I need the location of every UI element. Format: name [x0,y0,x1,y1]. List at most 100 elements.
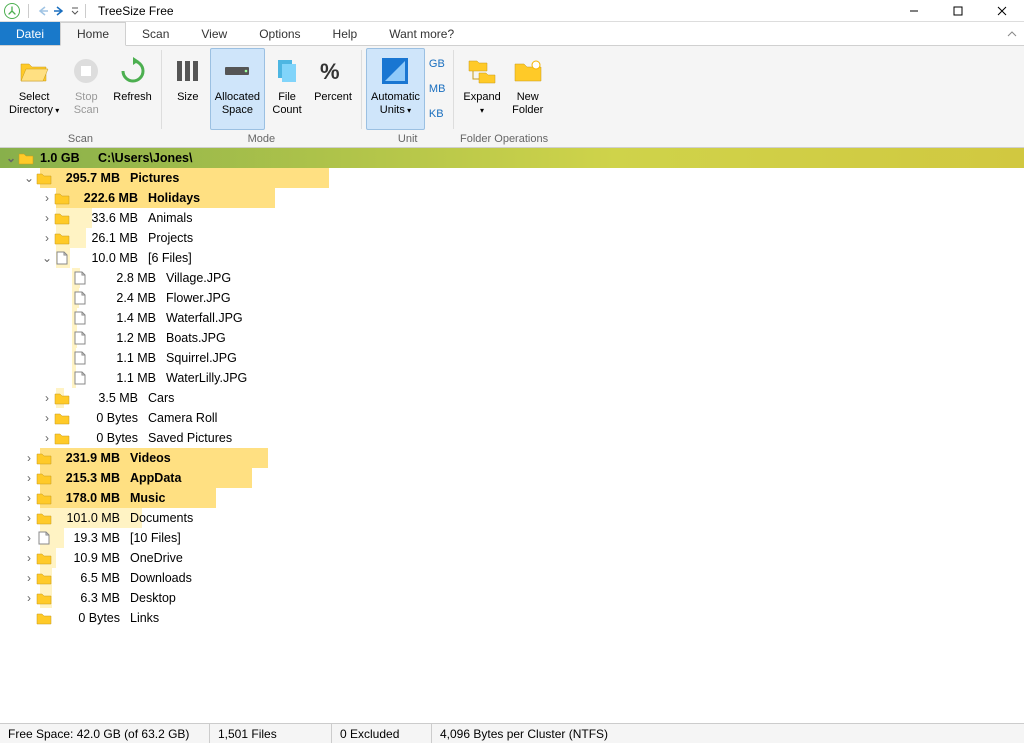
tree-row[interactable]: ⌄ 295.7 MB Pictures [0,168,1024,188]
expand-chevron[interactable]: › [40,411,54,425]
percent-icon: % [317,55,349,87]
size-label: 10.0 MB [76,251,138,265]
file-icon [72,291,88,305]
tree-row[interactable]: 2.4 MBFlower.JPG [0,288,1024,308]
expand-chevron[interactable]: ⌄ [40,251,54,265]
size-label: 10.9 MB [58,551,120,565]
file-icon [72,351,88,365]
folder-icon [54,411,70,425]
expand-chevron[interactable]: › [40,431,54,445]
expand-chevron[interactable]: › [22,491,36,505]
size-label: 178.0 MB [58,491,120,505]
refresh-button[interactable]: Refresh [108,48,157,130]
tree-row[interactable]: ⌄ 10.0 MB [6 Files] [0,248,1024,268]
tree-row[interactable]: ›0 BytesCamera Roll [0,408,1024,428]
maximize-button[interactable] [936,0,980,22]
expand-button[interactable]: Expand ▾ [458,48,505,130]
mode-file-count-button[interactable]: File Count [265,48,309,130]
tree-row[interactable]: › 178.0 MB Music [0,488,1024,508]
tree-row[interactable]: 2.8 MBVillage.JPG [0,268,1024,288]
back-button[interactable] [33,2,51,20]
expand-chevron[interactable]: › [40,391,54,405]
tree-row[interactable]: 1.1 MBSquirrel.JPG [0,348,1024,368]
file-icon [72,271,88,285]
name-label: Animals [148,211,192,225]
tree-row[interactable]: 0 BytesLinks [0,608,1024,628]
expand-chevron[interactable]: › [22,471,36,485]
tab-view[interactable]: View [185,22,243,45]
expand-chevron[interactable]: › [22,591,36,605]
tree-row[interactable]: ›6.3 MBDesktop [0,588,1024,608]
expand-chevron[interactable]: › [40,231,54,245]
tab-scan[interactable]: Scan [126,22,185,45]
qat-dropdown[interactable] [69,2,81,20]
tree-row[interactable]: ›101.0 MBDocuments [0,508,1024,528]
tree-row[interactable]: ›215.3 MBAppData [0,468,1024,488]
title-bar: TreeSize Free [0,0,1024,22]
tree-view[interactable]: ⌄ 1.0 GB C:\Users\Jones\ ⌄ 295.7 MB Pictur… [0,148,1024,723]
name-label: Cars [148,391,174,405]
tree-row[interactable]: 1.1 MBWaterLilly.JPG [0,368,1024,388]
new-folder-button[interactable]: New Folder [506,48,550,130]
tree-row[interactable]: ›10.9 MBOneDrive [0,548,1024,568]
ruler-icon [379,55,411,87]
name-label: Links [130,611,159,625]
tree-row[interactable]: › 3.5 MB Cars [0,388,1024,408]
name-label: [6 Files] [148,251,192,265]
mode-percent-button[interactable]: % Percent [309,48,357,130]
expand-chevron[interactable]: › [22,571,36,585]
status-free-space: Free Space: 42.0 GB (of 63.2 GB) [0,724,210,743]
tree-row[interactable]: ›19.3 MB[10 Files] [0,528,1024,548]
name-label: Downloads [130,571,192,585]
name-label: Music [130,491,165,505]
size-label: 1.4 MB [94,311,156,325]
expand-chevron[interactable]: › [40,211,54,225]
tree-row[interactable]: ›231.9 MBVideos [0,448,1024,468]
folder-icon [54,231,70,245]
size-label: 295.7 MB [58,171,120,185]
tree-row[interactable]: 1.4 MBWaterfall.JPG [0,308,1024,328]
unit-kb-button[interactable]: KB [429,108,446,120]
name-label: Pictures [130,171,179,185]
expand-chevron[interactable]: › [40,191,54,205]
file-icon [72,331,88,345]
mode-allocated-button[interactable]: Allocated Space [210,48,265,130]
automatic-units-button[interactable]: Automatic Units ▾ [366,48,425,130]
tab-options[interactable]: Options [243,22,316,45]
stop-scan-button[interactable]: Stop Scan [64,48,108,130]
tree-root-row[interactable]: ⌄ 1.0 GB C:\Users\Jones\ [0,148,1024,168]
mode-size-button[interactable]: Size [166,48,210,130]
forward-button[interactable] [51,2,69,20]
tab-help[interactable]: Help [317,22,374,45]
size-label: 3.5 MB [76,391,138,405]
expand-chevron[interactable]: ⌄ [22,171,36,185]
unit-mb-button[interactable]: MB [429,83,446,95]
size-label: 33.6 MB [76,211,138,225]
name-label: Camera Roll [148,411,217,425]
close-button[interactable] [980,0,1024,22]
unit-gb-button[interactable]: GB [429,58,446,70]
expand-chevron[interactable]: › [22,511,36,525]
tab-want-more[interactable]: Want more? [373,22,470,45]
expand-chevron[interactable]: › [22,551,36,565]
tab-file[interactable]: Datei [0,22,60,45]
size-label: 1.0 GB [40,151,88,165]
tree-row[interactable]: ›6.5 MBDownloads [0,568,1024,588]
tab-home[interactable]: Home [60,22,126,46]
tree-row[interactable]: ›26.1 MBProjects [0,228,1024,248]
select-directory-button[interactable]: Select Directory ▾ [4,48,64,130]
tree-row[interactable]: ›222.6 MBHolidays [0,188,1024,208]
tree-row[interactable]: ›0 BytesSaved Pictures [0,428,1024,448]
size-label: 222.6 MB [76,191,138,205]
folder-icon [36,451,52,465]
size-label: 215.3 MB [58,471,120,485]
tree-row[interactable]: 1.2 MBBoats.JPG [0,328,1024,348]
group-label: Scan [0,133,161,147]
chevron-down-icon[interactable]: ⌄ [4,151,18,165]
tree-row[interactable]: › 33.6 MB Animals [0,208,1024,228]
size-label: 1.1 MB [94,351,156,365]
ribbon-collapse-button[interactable] [1000,22,1024,45]
minimize-button[interactable] [892,0,936,22]
expand-chevron[interactable]: › [22,451,36,465]
expand-chevron[interactable]: › [22,531,36,545]
